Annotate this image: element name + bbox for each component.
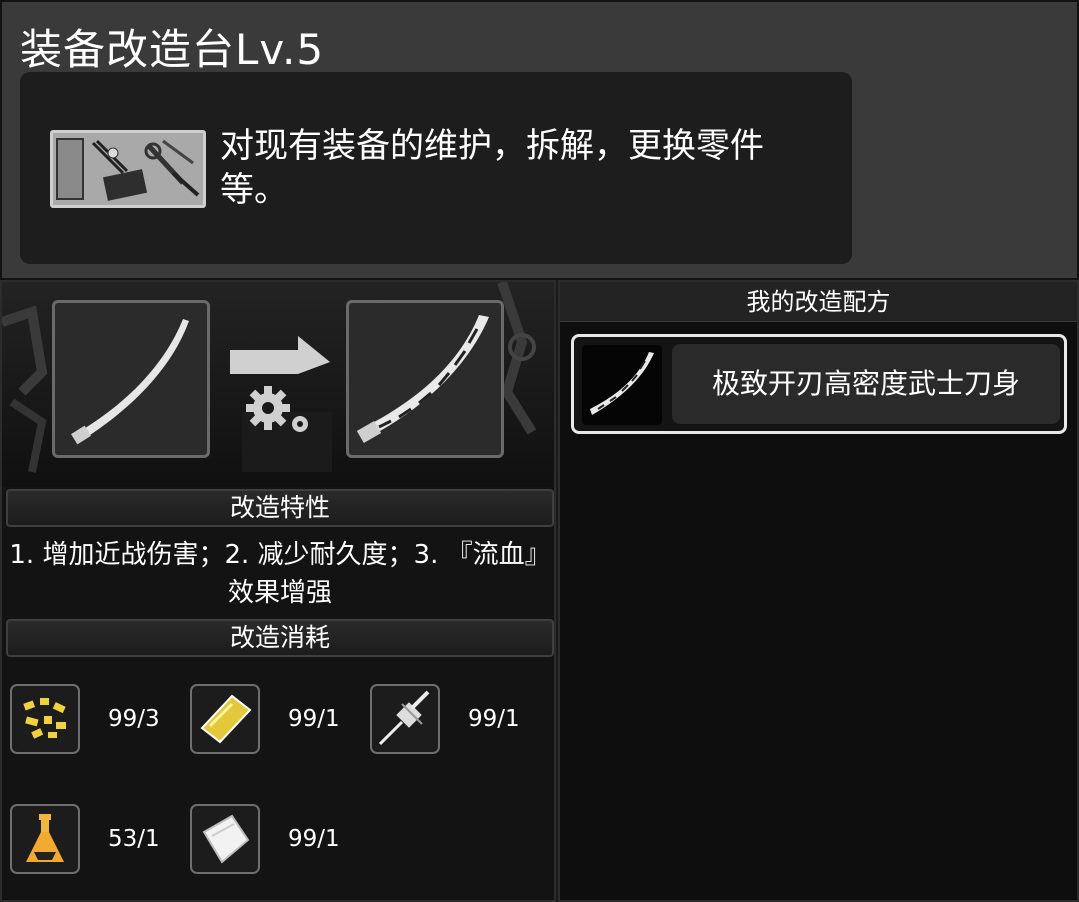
material-count: 99/3 bbox=[108, 706, 160, 732]
material-slot-gold-scraps[interactable] bbox=[10, 684, 80, 754]
source-item-slot[interactable] bbox=[52, 300, 210, 458]
recipe-panel: 我的改造配方 极致开刃高密度武士刀身 bbox=[558, 280, 1079, 902]
workbench-info-panel: 装备改造台Lv.5 对现有装备的维护，拆解，更换零件等。 bbox=[0, 0, 1079, 280]
gold-scraps-icon bbox=[23, 698, 66, 739]
result-item-slot[interactable] bbox=[346, 300, 504, 458]
serrated-katana-blade-icon bbox=[582, 345, 662, 425]
material-count: 99/1 bbox=[468, 706, 520, 732]
material-slot-drill-tool[interactable] bbox=[370, 684, 440, 754]
material-slot-white-cloth[interactable] bbox=[190, 804, 260, 874]
recipe-item[interactable]: 极致开刃高密度武士刀身 bbox=[571, 334, 1067, 434]
description-box: 对现有装备的维护，拆解，更换零件等。 bbox=[20, 72, 852, 264]
arrow-gear-icon bbox=[228, 336, 332, 440]
yellow-plate-icon bbox=[200, 694, 252, 744]
modification-panel: 改造特性 1. 增加近战伤害；2. 减少耐久度；3. 『流血』效果增强 改造消耗… bbox=[0, 280, 556, 902]
material-count: 53/1 bbox=[108, 826, 160, 852]
cost-header: 改造消耗 bbox=[6, 619, 554, 657]
flask-potion-icon bbox=[26, 814, 64, 862]
tools-workbench-icon bbox=[50, 130, 206, 208]
material-slot-yellow-plate[interactable] bbox=[190, 684, 260, 754]
serrated-katana-blade-icon bbox=[356, 315, 489, 444]
recipe-label: 极致开刃高密度武士刀身 bbox=[672, 344, 1060, 424]
recipe-panel-header: 我的改造配方 bbox=[560, 282, 1077, 322]
material-slot-flask-potion[interactable] bbox=[10, 804, 80, 874]
material-count: 99/1 bbox=[288, 826, 340, 852]
drill-tool-icon bbox=[378, 690, 430, 746]
katana-blade-icon bbox=[71, 319, 189, 445]
white-cloth-icon bbox=[202, 814, 250, 864]
traits-header: 改造特性 bbox=[6, 489, 554, 527]
material-count: 99/1 bbox=[288, 706, 340, 732]
traits-text: 1. 增加近战伤害；2. 减少耐久度；3. 『流血』效果增强 bbox=[9, 540, 551, 608]
description-text: 对现有装备的维护，拆解，更换零件等。 bbox=[220, 126, 764, 210]
page-title: 装备改造台Lv.5 bbox=[20, 25, 325, 74]
